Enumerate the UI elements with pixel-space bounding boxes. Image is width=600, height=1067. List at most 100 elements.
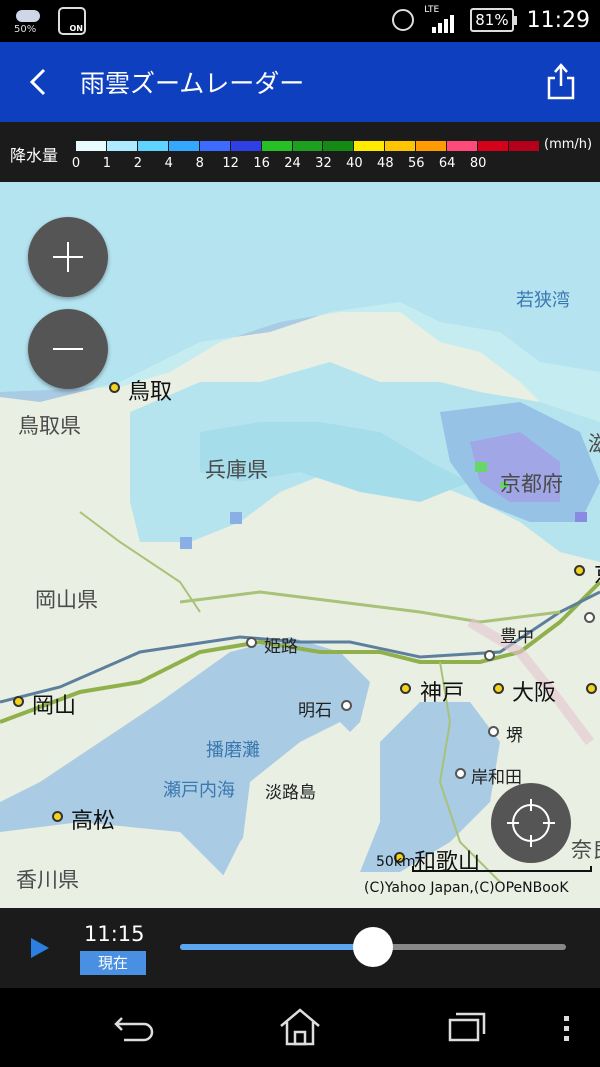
city-label-toyonaka: 豊中 bbox=[500, 627, 534, 647]
nav-back-button[interactable] bbox=[110, 1006, 156, 1050]
legend-tick: 48 bbox=[377, 156, 394, 171]
zoom-out-button[interactable] bbox=[28, 309, 108, 389]
city-marker bbox=[13, 696, 24, 707]
legend-swatch bbox=[199, 141, 230, 151]
legend-tick: 4 bbox=[164, 156, 173, 171]
legend-swatch bbox=[416, 141, 447, 151]
back-arrow-icon bbox=[114, 1017, 154, 1042]
share-button[interactable] bbox=[546, 60, 576, 102]
weather-percent: 50% bbox=[14, 24, 37, 35]
pref-label-tottori: 鳥取県 bbox=[18, 414, 81, 438]
timeline-slider[interactable] bbox=[180, 927, 566, 967]
partial-label-nara: 奈良 bbox=[571, 838, 600, 862]
city-marker bbox=[484, 650, 495, 661]
city-marker bbox=[455, 768, 466, 779]
timeline-fill bbox=[180, 944, 373, 950]
city-label-okayama: 岡山 bbox=[32, 694, 77, 719]
nav-recents-button[interactable] bbox=[446, 1006, 492, 1050]
legend-tick: 80 bbox=[469, 156, 487, 171]
share-icon bbox=[547, 63, 575, 100]
recents-icon bbox=[448, 1012, 486, 1042]
city-marker bbox=[488, 726, 499, 737]
timeline-knob[interactable] bbox=[353, 927, 393, 967]
partial-label-shiga: 滋 bbox=[588, 432, 600, 456]
legend-swatch bbox=[509, 141, 539, 151]
legend-swatch bbox=[76, 141, 106, 151]
legend-tick: 40 bbox=[346, 156, 363, 171]
legend-swatch bbox=[323, 141, 354, 151]
city-label-tottori: 鳥取 bbox=[128, 380, 173, 405]
now-badge[interactable]: 現在 bbox=[80, 951, 146, 975]
sea-label-harima: 播磨灘 bbox=[206, 740, 260, 761]
map-copyright: (C)Yahoo Japan,(C)OPeNBooK bbox=[364, 880, 569, 896]
sea-label-seto: 瀬戸内海 bbox=[163, 780, 235, 801]
legend-tick: 64 bbox=[438, 156, 456, 171]
city-label-himeji: 姫路 bbox=[264, 637, 298, 657]
pref-label-kyoto: 京都府 bbox=[500, 472, 563, 496]
nav-menu-button[interactable] bbox=[556, 1006, 576, 1050]
legend-label: 降水量 bbox=[10, 146, 59, 165]
city-marker bbox=[52, 811, 63, 822]
city-label-kobe: 神戸 bbox=[420, 681, 465, 706]
city-marker bbox=[109, 382, 120, 393]
home-icon bbox=[280, 1008, 320, 1046]
zoom-in-button[interactable] bbox=[28, 217, 108, 297]
pref-label-okayama: 岡山県 bbox=[35, 588, 98, 612]
page-title: 雨雲ズームレーダー bbox=[80, 69, 305, 98]
legend-swatch bbox=[385, 141, 416, 151]
app-bar: 雨雲ズームレーダー bbox=[0, 42, 600, 122]
play-button[interactable] bbox=[31, 938, 49, 958]
weather-icon: 50% bbox=[14, 6, 44, 36]
sea-label-wakasa: 若狭湾 bbox=[516, 290, 570, 311]
legend-tick: 2 bbox=[133, 156, 142, 171]
scale-bar bbox=[412, 866, 592, 872]
system-nav-bar bbox=[0, 988, 600, 1067]
city-label-osaka: 大阪 bbox=[512, 681, 557, 706]
legend-swatch bbox=[447, 141, 478, 151]
nfc-label: ON bbox=[69, 24, 84, 33]
legend-swatch bbox=[478, 141, 509, 151]
status-time: 11:29 bbox=[526, 7, 590, 33]
city-marker bbox=[246, 637, 257, 648]
legend-tick: 56 bbox=[407, 156, 425, 171]
legend-tick: 1 bbox=[102, 156, 112, 171]
pref-label-hyogo: 兵庫県 bbox=[205, 458, 268, 482]
legend-tick: 0 bbox=[71, 156, 81, 171]
island-label-awaji: 淡路島 bbox=[265, 783, 316, 803]
legend-swatch bbox=[106, 141, 137, 151]
locate-button[interactable] bbox=[491, 783, 571, 863]
city-label-akashi: 明石 bbox=[298, 701, 332, 721]
network-label: LTE bbox=[424, 5, 440, 15]
city-marker bbox=[574, 565, 585, 576]
legend-tick: 12 bbox=[222, 156, 239, 171]
radar-map[interactable]: 若狭湾 鳥取 鳥取県 兵庫県 京都府 滋 岡山県 京 姫路 豊中 岡山 神戸 大… bbox=[0, 182, 600, 908]
city-marker bbox=[400, 683, 411, 694]
partial-label-kyoto-city: 京 bbox=[594, 557, 600, 589]
scale-label: 50km bbox=[376, 854, 416, 870]
nfc-icon: ON bbox=[58, 7, 86, 35]
alarm-icon bbox=[392, 9, 415, 31]
battery-icon: 81% bbox=[470, 8, 517, 32]
more-vertical-icon bbox=[564, 1016, 569, 1041]
city-marker bbox=[341, 700, 352, 711]
city-marker bbox=[493, 683, 504, 694]
legend-swatch bbox=[354, 141, 385, 151]
legend-swatch bbox=[137, 141, 168, 151]
legend-swatch bbox=[292, 141, 323, 151]
status-bar: 50% ON LTE 81% 11:29 bbox=[0, 0, 600, 42]
legend-swatch bbox=[261, 141, 292, 151]
back-button[interactable] bbox=[26, 64, 50, 100]
crosshair-icon bbox=[507, 799, 555, 847]
legend-swatch bbox=[168, 141, 199, 151]
city-marker bbox=[586, 683, 597, 694]
city-label-sakai: 堺 bbox=[506, 726, 523, 746]
city-label-takamatsu: 高松 bbox=[71, 809, 116, 834]
nav-home-button[interactable] bbox=[277, 1006, 323, 1050]
legend-tick: 8 bbox=[195, 156, 204, 171]
legend-tick: 32 bbox=[315, 156, 332, 171]
road-secondary bbox=[179, 590, 561, 624]
pref-label-kagawa: 香川県 bbox=[16, 868, 79, 892]
city-marker bbox=[584, 612, 595, 623]
chevron-left-icon bbox=[29, 68, 46, 96]
battery-level: 81% bbox=[470, 8, 514, 32]
